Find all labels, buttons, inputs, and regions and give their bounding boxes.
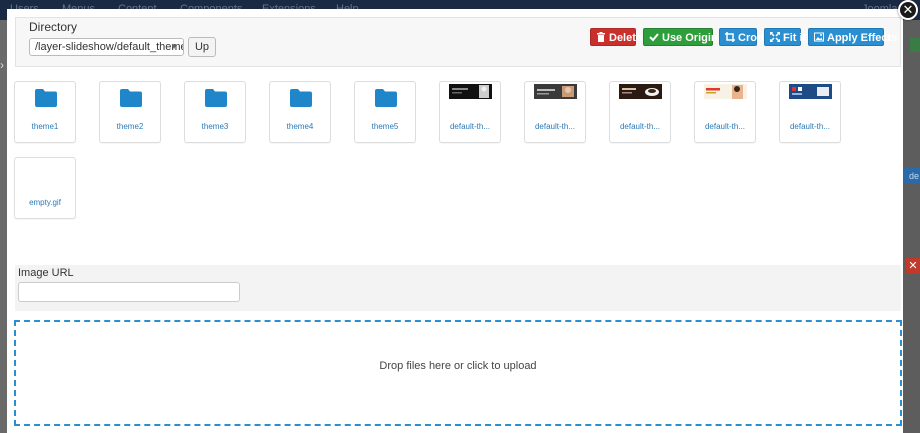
background-left-mark: › [0, 58, 4, 72]
fit-button[interactable]: Fit it [764, 28, 806, 46]
thumbnail-image [789, 84, 832, 99]
tile-label: default-th... [619, 122, 661, 131]
tile-label: default-th... [534, 122, 576, 131]
checkmark-icon [649, 33, 659, 42]
folder-tile[interactable]: theme1 [14, 81, 76, 143]
close-icon[interactable]: ✕ [898, 0, 918, 20]
chevron-down-icon: ▼ [170, 42, 178, 51]
folder-tile[interactable]: theme2 [99, 81, 161, 143]
tile-label: theme4 [286, 122, 314, 131]
tile-label: default-th... [704, 122, 746, 131]
up-button[interactable]: Up [188, 37, 216, 57]
fit-label: Fit it [783, 32, 807, 44]
folder-tile[interactable]: theme5 [354, 81, 416, 143]
apply-effects-button[interactable]: Apply Effects [808, 28, 897, 46]
background-right-strip [903, 20, 920, 433]
tile-label: default-th... [449, 122, 491, 131]
crop-label: Crop [738, 32, 764, 44]
image-url-input[interactable] [18, 282, 240, 302]
expand-icon [770, 32, 780, 42]
folder-icon [35, 89, 57, 107]
tile-label: theme5 [371, 122, 399, 131]
tile-label: default-th... [789, 122, 831, 131]
file-tile[interactable]: default-th... [779, 81, 841, 143]
dropzone-message: Drop files here or click to upload [379, 360, 537, 372]
tile-label: theme3 [201, 122, 229, 131]
thumbnail-image [449, 84, 492, 99]
background-green-tab [910, 38, 920, 52]
tile-label: empty.gif [29, 198, 61, 207]
file-tile[interactable]: default-th... [694, 81, 756, 143]
image-url-section: Image URL [15, 265, 901, 311]
crop-icon [725, 32, 735, 42]
background-blue-tab: de [904, 168, 920, 184]
crop-button[interactable]: Crop [719, 28, 764, 46]
directory-label: Directory [29, 20, 78, 34]
background-red-tab: ✕ [906, 258, 920, 274]
thumbnail-image [534, 84, 577, 99]
thumbnail-image [704, 84, 747, 99]
delete-button[interactable]: Delete [590, 28, 642, 46]
apply-effects-label: Apply Effects [827, 32, 898, 44]
file-tile[interactable]: default-th... [439, 81, 501, 143]
toolbar: Directory /layer-slideshow/default_theme… [15, 17, 901, 67]
image-icon [814, 32, 824, 42]
directory-select-value: /layer-slideshow/default_theme [35, 41, 184, 53]
file-tile[interactable]: default-th... [609, 81, 671, 143]
folder-icon [290, 89, 312, 107]
trash-icon [597, 32, 605, 42]
thumbnail-image [619, 84, 662, 99]
tile-label: theme2 [116, 122, 144, 131]
folder-tile[interactable]: theme4 [269, 81, 331, 143]
folder-icon [205, 89, 227, 107]
folder-icon [375, 89, 397, 107]
directory-select[interactable]: /layer-slideshow/default_theme ▼ [29, 38, 184, 56]
use-original-label: Use Original [662, 32, 727, 44]
media-manager-modal: Directory /layer-slideshow/default_theme… [7, 9, 903, 433]
delete-label: Delete [609, 32, 643, 44]
file-tile[interactable]: empty.gif [14, 157, 76, 219]
folder-icon [120, 89, 142, 107]
use-original-button[interactable]: Use Original [643, 28, 727, 46]
upload-dropzone[interactable]: Drop files here or click to upload [14, 320, 902, 426]
tile-label: theme1 [31, 122, 59, 131]
folder-tile[interactable]: theme3 [184, 81, 246, 143]
image-url-label: Image URL [18, 267, 74, 279]
file-tile[interactable]: default-th... [524, 81, 586, 143]
